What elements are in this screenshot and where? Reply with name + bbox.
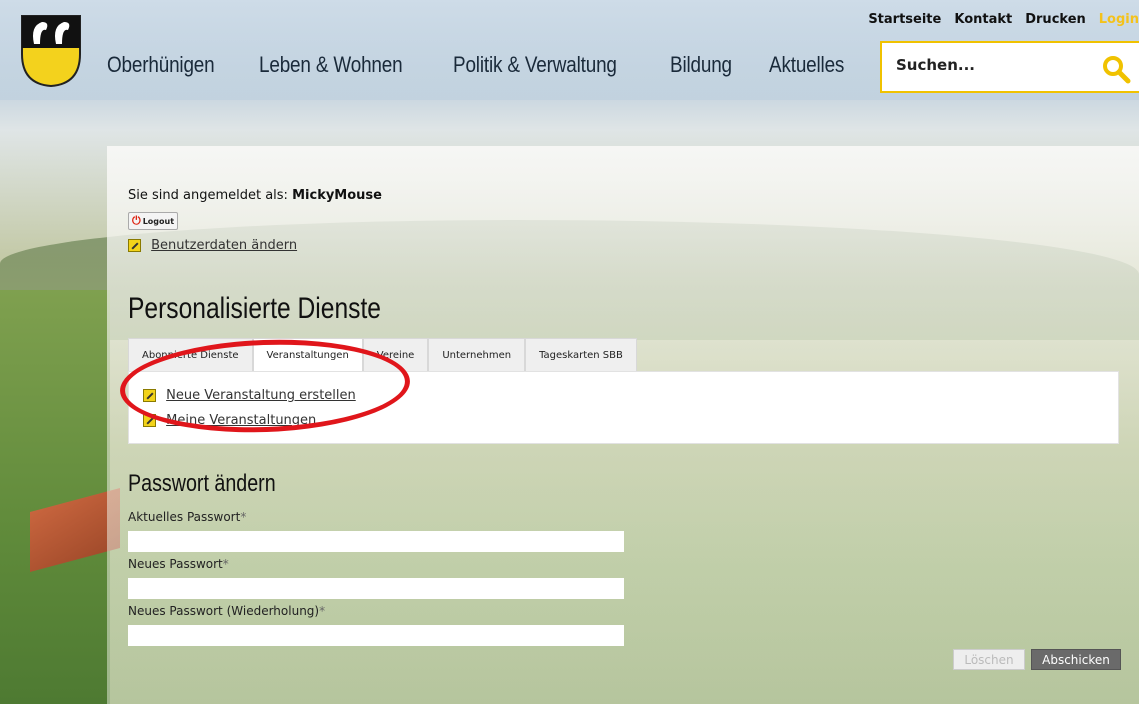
nav-oberhuenigen[interactable]: Oberhünigen (107, 52, 215, 78)
services-title: Personalisierte Dienste (128, 292, 381, 325)
repeat-password-field[interactable] (128, 625, 624, 646)
edit-profile-link[interactable]: Benutzerdaten ändern (151, 238, 297, 253)
site-header: Oberhünigen Leben & Wohnen Politik & Ver… (0, 0, 1139, 100)
new-password-label-text: Neues Passwort (128, 557, 223, 571)
power-icon: ⏻ (132, 214, 141, 227)
link-login[interactable]: Login (1099, 12, 1139, 27)
login-status-prefix: Sie sind angemeldet als: (128, 188, 288, 203)
required-mark: * (319, 604, 326, 618)
nav-leben-wohnen[interactable]: Leben & Wohnen (259, 52, 403, 78)
logout-label: Logout (142, 216, 175, 226)
nav-bildung[interactable]: Bildung (670, 52, 732, 78)
nav-politik-verwaltung[interactable]: Politik & Verwaltung (453, 52, 617, 78)
tab-tageskarten-sbb[interactable]: Tageskarten SBB (525, 338, 637, 371)
current-password-field[interactable] (128, 531, 624, 552)
tab-unternehmen[interactable]: Unternehmen (428, 338, 526, 371)
nav-aktuelles[interactable]: Aktuelles (769, 52, 844, 78)
new-password-field[interactable] (128, 578, 624, 599)
search-box (880, 41, 1139, 93)
login-status: Sie sind angemeldet als: MickyMouse (128, 188, 382, 203)
search-icon[interactable] (1101, 54, 1131, 84)
required-mark: * (240, 510, 247, 524)
repeat-password-label-text: Neues Passwort (Wiederholung) (128, 604, 320, 618)
top-links: Startseite Kontakt Drucken Login (868, 12, 1139, 27)
username: MickyMouse (292, 188, 382, 203)
link-kontakt[interactable]: Kontakt (954, 12, 1012, 27)
submit-button[interactable]: Abschicken (1031, 649, 1121, 670)
reset-button[interactable]: Löschen (953, 649, 1025, 670)
edit-profile-row: Benutzerdaten ändern (128, 238, 297, 253)
link-drucken[interactable]: Drucken (1025, 12, 1086, 27)
current-password-label: Aktuelles Passwort* (128, 510, 246, 524)
password-title: Passwort ändern (128, 470, 276, 497)
coat-of-arms-logo[interactable] (20, 14, 82, 88)
pencil-icon (128, 239, 141, 252)
search-input[interactable] (896, 56, 1076, 74)
repeat-password-label: Neues Passwort (Wiederholung)* (128, 604, 325, 618)
new-password-label: Neues Passwort* (128, 557, 229, 571)
main-navigation: Oberhünigen Leben & Wohnen Politik & Ver… (107, 52, 857, 78)
link-startseite[interactable]: Startseite (868, 12, 941, 27)
logout-button[interactable]: ⏻ Logout (128, 212, 179, 230)
required-mark: * (222, 557, 229, 571)
current-password-label-text: Aktuelles Passwort (128, 510, 241, 524)
